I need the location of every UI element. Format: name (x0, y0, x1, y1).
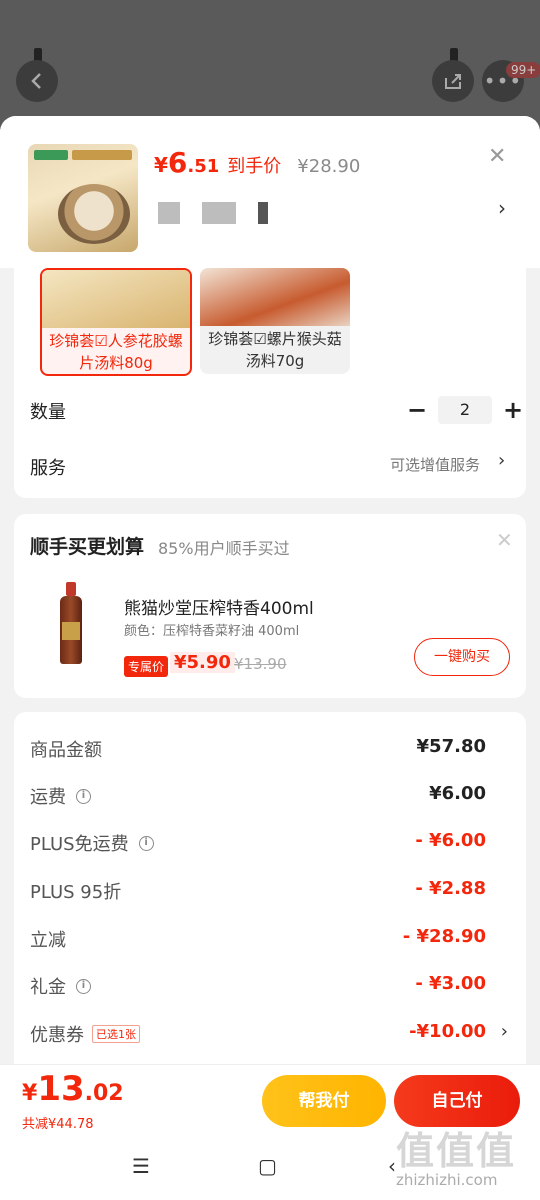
summary-value: -¥10.00 (409, 1021, 486, 1042)
addon-subtitle: 85%用户顺手买过 (158, 539, 290, 558)
price-tag: 到手价 (227, 156, 282, 177)
price-currency: ¥ (154, 153, 168, 177)
price-integer: 6 (167, 146, 188, 179)
addon-item-spec: 颜色：压榨特香菜籽油 400ml (124, 624, 300, 639)
watermark: 值值值 zhizhizhi.com (396, 1120, 536, 1194)
service-hint[interactable]: 可选增值服务 (390, 454, 480, 475)
price-decimal: .51 (187, 156, 220, 177)
redacted-text (158, 202, 268, 224)
price-display: ¥ 6 .51 到手价 ¥28.90 (154, 146, 360, 179)
menu-icon[interactable]: ☰ (132, 1154, 150, 1178)
minus-button[interactable]: − (402, 396, 432, 424)
info-icon[interactable]: i (76, 788, 91, 804)
back-nav-icon[interactable]: ‹ (388, 1154, 396, 1178)
summary-row-coupon[interactable]: 优惠券 已选1张 -¥10.00 › (30, 1021, 510, 1047)
info-icon[interactable]: i (138, 835, 154, 851)
addon-original-price: ¥13.90 (234, 655, 287, 673)
summary-label: 运费 (30, 787, 66, 808)
original-price: ¥28.90 (297, 156, 361, 177)
price-summary: 商品金额 ¥57.80 运费 i ¥6.00 PLUS免运费 i - ¥6.00 P… (14, 712, 526, 1072)
summary-value: - ¥28.90 (402, 926, 486, 947)
summary-value: - ¥2.88 (415, 878, 486, 899)
variant-label: 珍锦荟☑螺片猴头菇汤料70g (208, 330, 342, 370)
home-icon[interactable]: ▢ (258, 1154, 277, 1178)
notification-badge: 99+ (506, 62, 540, 78)
product-thumbnail[interactable] (28, 144, 138, 252)
summary-label: 商品金额 (30, 740, 102, 761)
close-icon[interactable]: ✕ (488, 144, 506, 169)
chevron-right-icon[interactable]: › (498, 450, 505, 471)
variant-option-1[interactable]: 珍锦荟☑人参花胶螺片汤料80g (40, 268, 192, 376)
plus-button[interactable]: + (498, 396, 528, 424)
addon-item-name[interactable]: 熊猫炒堂压榨特香400ml (124, 594, 314, 619)
summary-row: PLUS免运费 i - ¥6.00 (30, 830, 510, 856)
info-icon[interactable]: i (76, 978, 91, 994)
summary-row: 礼金 i - ¥3.00 (30, 973, 510, 999)
addon-product-image[interactable] (58, 582, 84, 666)
watermark-logo: 值值值 (396, 1129, 517, 1173)
quantity-label: 数量 (30, 402, 66, 423)
help-pay-button[interactable]: 帮我付 (262, 1075, 386, 1127)
summary-label: PLUS 95折 (30, 882, 122, 903)
addon-title: 顺手买更划算 (30, 536, 145, 558)
back-arrow-icon (31, 73, 41, 89)
variant-image (200, 268, 350, 326)
summary-row: PLUS 95折 - ¥2.88 (30, 878, 510, 904)
close-icon[interactable]: ✕ (496, 528, 513, 552)
back-button[interactable] (16, 60, 58, 102)
summary-row: 运费 i ¥6.00 (30, 783, 510, 809)
summary-label: 立减 (30, 930, 66, 951)
summary-label: PLUS免运费 (30, 834, 129, 855)
summary-value: - ¥3.00 (415, 973, 486, 994)
options-card: 珍锦荟☑人参花胶螺片汤料80g 珍锦荟☑螺片猴头菇汤料70g 数量 − 2 + … (14, 268, 526, 498)
total-saved: 共减¥44.78 (22, 1117, 94, 1132)
quantity-value[interactable]: 2 (438, 396, 492, 424)
share-icon (445, 74, 461, 89)
summary-value: - ¥6.00 (415, 830, 486, 851)
variant-image (42, 270, 190, 328)
addon-price: ¥5.90 (170, 652, 235, 673)
summary-label: 优惠券 (30, 1025, 84, 1046)
purchase-sheet: ¥ 6 .51 到手价 ¥28.90 ✕ › 珍锦荟☑人参花胶螺片汤料80g 珍… (0, 116, 540, 1200)
coupon-selected-tag: 已选1张 (92, 1025, 140, 1043)
quantity-stepper: − 2 + (402, 396, 528, 424)
exclusive-price-badge: 专属价 (124, 656, 169, 677)
variant-option-2[interactable]: 珍锦荟☑螺片猴头菇汤料70g (200, 268, 350, 374)
summary-value: ¥57.80 (416, 736, 486, 757)
product-header: ¥ 6 .51 到手价 ¥28.90 ✕ › (0, 116, 540, 268)
summary-value: ¥6.00 (429, 783, 486, 804)
total-integer: 13 (37, 1069, 85, 1109)
total-price: ¥ 13 .02 (22, 1069, 124, 1109)
variant-label: 珍锦荟☑人参花胶螺片汤料80g (49, 332, 183, 372)
share-button[interactable] (432, 60, 474, 102)
summary-label: 礼金 (30, 977, 66, 998)
chevron-right-icon[interactable]: › (501, 1021, 508, 1042)
addon-card: 顺手买更划算 85%用户顺手买过 ✕ 熊猫炒堂压榨特香400ml 颜色：压榨特香… (14, 514, 526, 698)
chevron-right-icon[interactable]: › (498, 196, 506, 220)
summary-row: 立减 - ¥28.90 (30, 926, 510, 952)
service-label: 服务 (30, 458, 66, 479)
summary-row: 商品金额 ¥57.80 (30, 736, 510, 762)
one-click-buy-button[interactable]: 一键购买 (414, 638, 510, 676)
total-currency: ¥ (22, 1081, 38, 1106)
total-decimal: .02 (84, 1081, 124, 1106)
